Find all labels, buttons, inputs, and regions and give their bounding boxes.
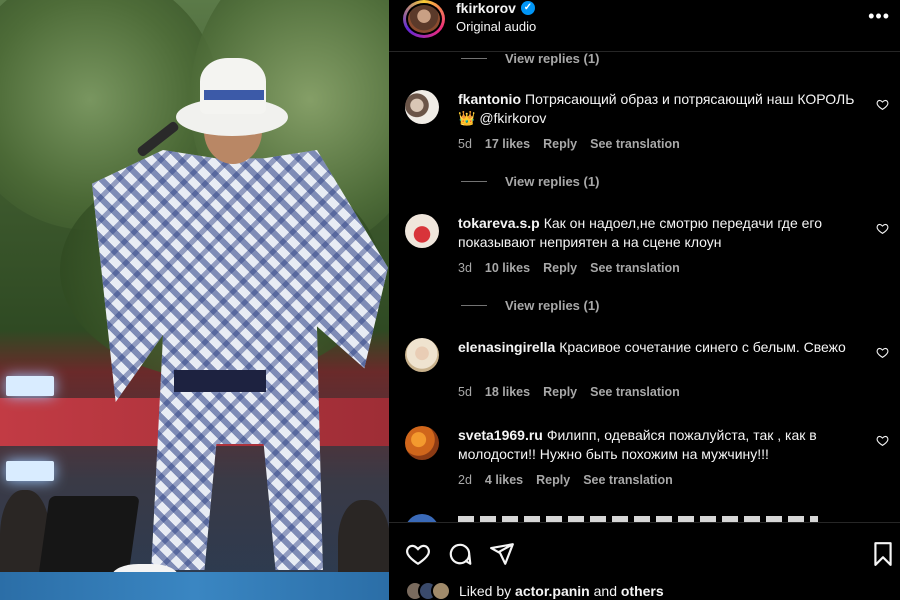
liked-by-others[interactable]: others xyxy=(621,583,664,599)
commenter-avatar[interactable] xyxy=(405,426,439,460)
reply-line-divider xyxy=(461,181,487,182)
see-translation-button[interactable]: See translation xyxy=(590,137,680,151)
hat-crown xyxy=(200,58,266,114)
reply-button[interactable]: Reply xyxy=(543,261,577,275)
commenter-username[interactable]: fkantonio xyxy=(458,91,521,107)
comment-age: 2d xyxy=(458,473,472,487)
liked-by-and: and xyxy=(593,583,617,599)
post-actions-bar: Liked by actor.panin and others xyxy=(389,522,900,600)
stage-light xyxy=(6,461,54,481)
comment-age: 3d xyxy=(458,261,472,275)
post-header: fkirkorov ✓ Original audio ••• xyxy=(389,0,900,52)
bookmark-icon[interactable] xyxy=(870,541,896,567)
comment-likes[interactable]: 10 likes xyxy=(485,261,530,275)
view-replies-button[interactable]: View replies (1) xyxy=(461,51,599,66)
heart-icon[interactable] xyxy=(876,98,889,111)
commenter-username[interactable]: tokareva.s.p xyxy=(458,215,540,231)
author-avatar[interactable] xyxy=(403,0,445,38)
more-options-icon[interactable]: ••• xyxy=(868,6,890,27)
commenter-username[interactable]: elenasingirella xyxy=(458,339,555,355)
comment-text: Красивое сочетание синего с белым. Свежо xyxy=(559,339,846,355)
post-media-video[interactable] xyxy=(0,0,389,600)
comment-likes[interactable]: 4 likes xyxy=(485,473,523,487)
comment-icon[interactable] xyxy=(447,541,473,567)
view-replies-button[interactable]: View replies (1) xyxy=(461,174,599,189)
stage-light xyxy=(6,376,54,396)
see-translation-button[interactable]: See translation xyxy=(583,473,673,487)
liked-by-prefix: Liked by xyxy=(459,583,512,599)
share-icon[interactable] xyxy=(489,541,515,567)
see-translation-button[interactable]: See translation xyxy=(590,261,680,275)
liked-by-user[interactable]: actor.panin xyxy=(515,583,590,599)
see-translation-button[interactable]: See translation xyxy=(590,385,680,399)
commenter-avatar[interactable] xyxy=(405,338,439,372)
original-audio-link[interactable]: Original audio xyxy=(456,19,536,34)
reply-button[interactable]: Reply xyxy=(543,385,577,399)
performer xyxy=(92,58,389,598)
commenter-avatar[interactable] xyxy=(405,214,439,248)
comment-age: 5d xyxy=(458,137,472,151)
reply-line-divider xyxy=(461,58,487,59)
reply-button[interactable]: Reply xyxy=(536,473,570,487)
comment-age: 5d xyxy=(458,385,472,399)
comments-panel: fkirkorov ✓ Original audio ••• View repl… xyxy=(389,0,900,600)
patterned-robe xyxy=(92,150,388,570)
verified-badge-icon: ✓ xyxy=(520,1,535,15)
comment-likes[interactable]: 18 likes xyxy=(485,385,530,399)
reply-button[interactable]: Reply xyxy=(543,137,577,151)
heart-icon[interactable] xyxy=(876,346,889,359)
view-replies-button[interactable]: View replies (1) xyxy=(461,298,599,313)
hat-band xyxy=(204,90,264,100)
heart-icon[interactable] xyxy=(876,434,889,447)
commenter-username[interactable]: sveta1969.ru xyxy=(458,427,543,443)
belt xyxy=(174,370,266,392)
author-username[interactable]: fkirkorov xyxy=(456,0,516,16)
heart-icon[interactable] xyxy=(405,541,431,567)
liked-by-summary: Liked by actor.panin and others xyxy=(405,581,664,600)
stage-floor xyxy=(0,572,389,600)
comment-likes[interactable]: 17 likes xyxy=(485,137,530,151)
reply-line-divider xyxy=(461,305,487,306)
liker-avatar xyxy=(431,581,451,600)
commenter-avatar[interactable] xyxy=(405,90,439,124)
heart-icon[interactable] xyxy=(876,222,889,235)
